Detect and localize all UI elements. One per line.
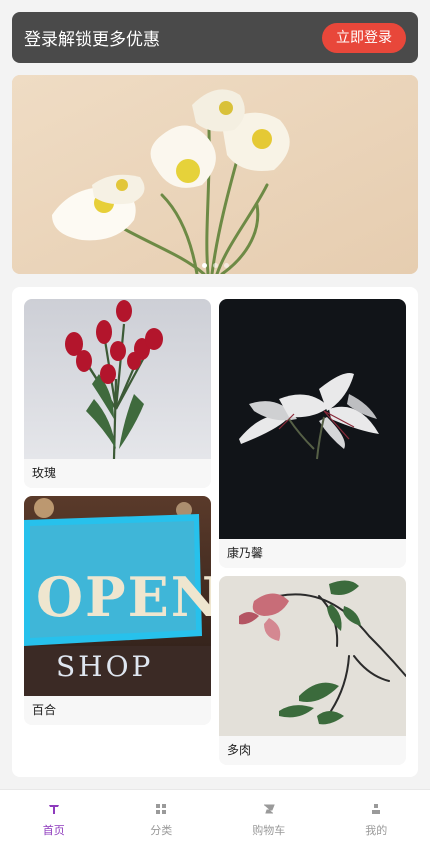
tab-cart[interactable]: 购物车 [215, 790, 323, 845]
carousel-dot[interactable] [202, 263, 207, 268]
carousel-dot[interactable] [213, 263, 218, 268]
category-card-carnation[interactable]: 康乃馨 [219, 299, 406, 568]
user-icon [370, 802, 382, 816]
poppies-image [12, 75, 418, 274]
category-label: 百合 [24, 696, 211, 725]
cart-icon [263, 802, 275, 816]
category-card-rose[interactable]: 玫瑰 [24, 299, 211, 488]
category-card-succulent[interactable]: 多肉 [219, 576, 406, 765]
category-label: 康乃馨 [219, 539, 406, 568]
hero-carousel[interactable] [12, 75, 418, 274]
tab-label: 我的 [365, 822, 387, 838]
svg-text:OPEN: OPEN [36, 565, 211, 629]
tab-label: 分类 [150, 822, 172, 838]
category-card-lily[interactable]: OPEN SHOP 百合 [24, 496, 211, 725]
tab-home[interactable]: 首页 [0, 790, 108, 845]
category-grid: 玫瑰 [12, 287, 418, 777]
tab-profile[interactable]: 我的 [323, 790, 430, 845]
tab-label: 首页 [43, 822, 65, 838]
red-tulips-image [24, 299, 211, 459]
bottom-tab-bar: 首页 分类 购物车 我的 [0, 789, 430, 845]
category-label: 玫瑰 [24, 459, 211, 488]
grid-icon [155, 802, 167, 816]
svg-text:SHOP: SHOP [56, 650, 153, 683]
white-lily-image [219, 299, 406, 539]
carousel-dot[interactable] [224, 263, 229, 268]
login-prompt-text: 登录解锁更多优惠 [24, 25, 160, 50]
tab-category[interactable]: 分类 [108, 790, 216, 845]
pink-flower-branch-image [219, 576, 406, 736]
category-label: 多肉 [219, 736, 406, 765]
carousel-dots [12, 263, 418, 268]
tab-label: 购物车 [252, 822, 285, 838]
open-shop-sign-image: OPEN SHOP [24, 496, 211, 696]
home-icon [48, 802, 60, 816]
login-banner: 登录解锁更多优惠 立即登录 [12, 12, 418, 63]
login-button[interactable]: 立即登录 [322, 23, 406, 53]
